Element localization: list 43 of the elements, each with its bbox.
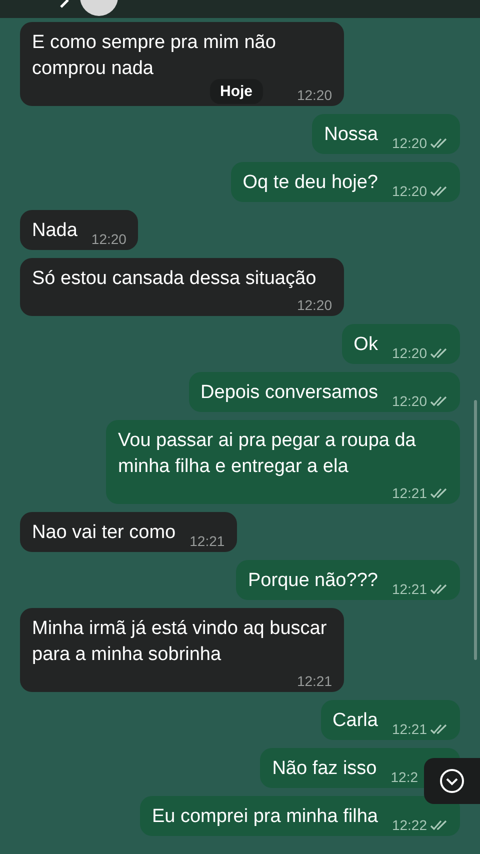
message-text: Oq te deu hoje? [242,171,378,195]
message-bubble[interactable]: Oq te deu hoje? 12:20 [230,162,460,202]
message-time: 12:21 [392,720,427,738]
message-text: Não faz isso [272,757,377,781]
date-label: Hoje [210,79,263,104]
message-time: 12:20 [392,344,427,362]
message-text: E como sempre pra mim não comprou nada [32,31,277,81]
message-text: Só estou cansada dessa situação [32,267,316,291]
message-bubble[interactable]: Minha irmã já está vindo aq buscar para a minha sobrinha 12:21 [20,608,344,692]
message-time: 12:21 [392,580,427,598]
scroll-down-button[interactable] [424,758,480,804]
chevron-down-icon [439,768,465,794]
message-time: 12:21 [392,484,427,502]
message-text: Porque não??? [248,569,378,593]
message-text: Vou passar ai pra pegar a roupa da minha filha e entregar a ela [118,429,417,479]
message-bubble[interactable]: Só estou cansada dessa situação 12:20 [20,258,344,316]
message-bubble[interactable]: Nada 12:20 [20,210,138,250]
message-bubble[interactable]: Vou passar ai pra pegar a roupa da minha filha e entregar a ela 12:21 [106,420,460,504]
message-text: Ok [354,333,378,357]
message-time: 12:21 [296,672,332,690]
message-time: 12:20 [91,230,126,248]
message-text: Nao vai ter como [32,521,176,545]
message-time: 12:2 [390,768,418,786]
message-bubble[interactable]: Nao vai ter como 12:21 [20,512,237,552]
message-bubble[interactable]: Porque não??? 12:21 [236,560,460,600]
message-time: 12:20 [392,392,427,410]
message-text: Depois conversamos [200,381,378,405]
message-time: 12:20 [392,134,427,152]
message-bubble[interactable]: Ok 12:20 [342,324,460,364]
message-text: Nada [32,219,78,243]
message-text: Minha irmã já está vindo aq buscar para a minha sobrinha [32,617,328,667]
message-text: Nossa [324,123,378,147]
message-time: 12:20 [296,296,332,314]
message-time: 12:20 [296,86,332,104]
message-time: 12:22 [392,816,427,834]
message-bubble[interactable]: Nossa 12:20 [312,114,460,154]
message-bubble[interactable]: Carla 12:21 [320,700,460,740]
message-bubble[interactable]: Eu comprei pra minha filha 12:22 [140,796,460,836]
message-text: Carla [332,709,378,733]
message-bubble[interactable]: Depois conversamos 12:20 [188,372,460,412]
message-time: 12:20 [392,182,427,200]
message-text: Eu comprei pra minha filha [152,805,378,829]
message-time: 12:21 [190,532,225,550]
